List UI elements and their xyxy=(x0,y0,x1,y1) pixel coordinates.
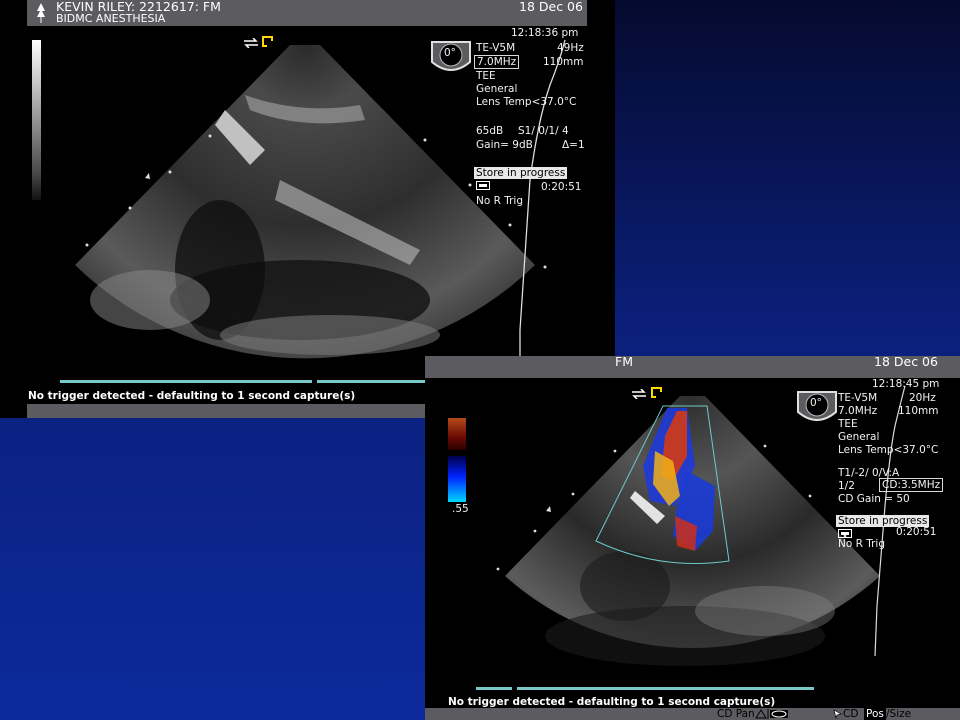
cd-gain: CD Gain = 50 xyxy=(838,493,910,505)
preset: General xyxy=(838,431,880,443)
reverse-arrows-icon xyxy=(632,389,646,399)
angle-indicator-icon xyxy=(797,391,837,421)
cd-pos-label[interactable]: CD xyxy=(843,708,858,720)
store-time: 0:20:51 xyxy=(896,526,937,538)
gain: Gain= 9dB xyxy=(476,139,533,151)
delta: Δ=1 xyxy=(562,139,585,151)
angle-indicator-icon xyxy=(431,41,471,71)
acquisition-time: 12:18:36 pm xyxy=(511,27,579,39)
probe-model: TE-V5M xyxy=(838,392,878,404)
depth: 110mm xyxy=(543,56,584,68)
store-status: Store in progress xyxy=(474,167,568,179)
trigger-status: No R Trig xyxy=(476,195,524,207)
frequency: 7.0MHz xyxy=(838,405,878,417)
s-setting: S1/ 0/1/ 4 xyxy=(518,125,569,137)
pan-control-icon[interactable] xyxy=(755,709,789,719)
preset: General xyxy=(476,83,518,95)
probe-marker-icon xyxy=(262,36,273,47)
angle-value: 0° xyxy=(444,47,456,59)
status-message: No trigger detected - defaulting to 1 se… xyxy=(28,390,356,402)
recording-icon xyxy=(838,529,852,538)
frame-rate: 49Hz xyxy=(557,42,584,54)
progress-line-1 xyxy=(60,380,312,383)
cd-pan-label[interactable]: CD Pan xyxy=(717,708,755,720)
store-time: 0:20:51 xyxy=(541,181,582,193)
pos-toggle[interactable]: Pos xyxy=(864,708,886,720)
frequency: 7.0MHz xyxy=(474,55,520,69)
size-label[interactable]: /Size xyxy=(886,708,911,720)
mode: TEE xyxy=(476,70,496,82)
trigger-status: No R Trig xyxy=(838,538,886,550)
lens-temp: Lens Temp<37.0°C xyxy=(476,96,577,108)
dynamic-range: 65dB xyxy=(476,125,504,137)
recording-icon xyxy=(476,181,490,190)
status-message: No trigger detected - defaulting to 1 se… xyxy=(448,696,776,708)
reverse-arrows-icon xyxy=(244,38,258,48)
frame-rate: 20Hz xyxy=(909,392,936,404)
ultrasound-panel-doppler: FM 18 Dec 06 .55 12:18:45 pm 0° TE-V5M 2… xyxy=(425,356,960,720)
acquisition-time: 12:18:45 pm xyxy=(872,378,940,390)
ratio: 1/2 xyxy=(838,480,855,492)
angle-value: 0° xyxy=(810,397,822,409)
cd-frequency: CD:3.5MHz xyxy=(879,478,944,492)
progress-line-1 xyxy=(476,687,512,690)
probe-model: TE-V5M xyxy=(476,42,516,54)
cursor-icon xyxy=(833,709,842,719)
depth: 110mm xyxy=(898,405,939,417)
probe-marker-icon xyxy=(651,387,662,398)
lens-temp: Lens Temp<37.0°C xyxy=(838,444,939,456)
mode: TEE xyxy=(838,418,858,430)
progress-line-2 xyxy=(517,687,814,690)
